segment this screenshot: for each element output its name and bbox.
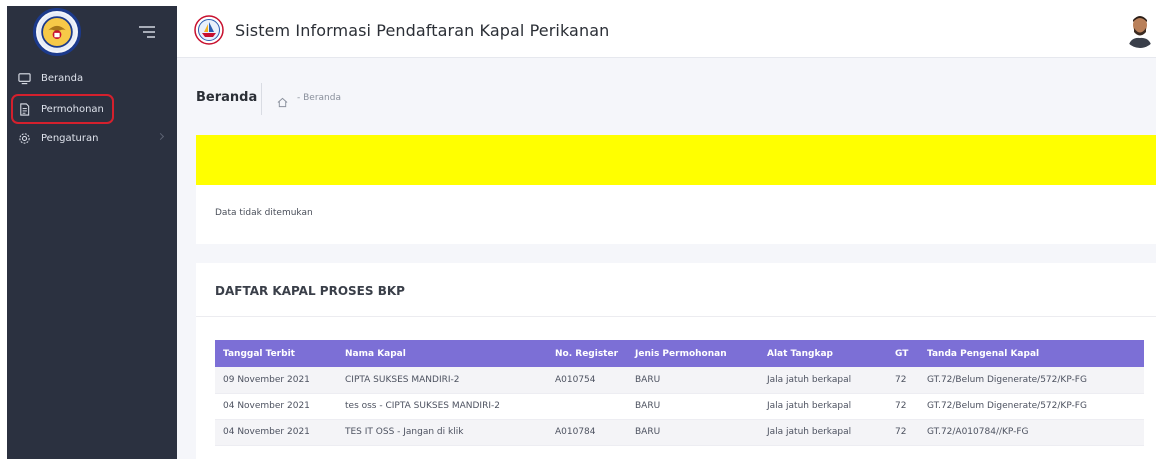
home-icon[interactable] — [277, 93, 288, 108]
column-header[interactable]: Alat Tangkap — [759, 340, 887, 367]
sidebar-item-permohonan[interactable]: Permohonan — [11, 94, 114, 124]
table-cell: Jala jatuh berkapal — [759, 367, 887, 394]
table-row[interactable]: 04 November 2021 tes oss - CIPTA SUKSES … — [215, 393, 1144, 420]
column-header[interactable]: No. Register — [547, 340, 627, 367]
table-cell: A010754 — [547, 367, 627, 394]
ship-table-card: DAFTAR KAPAL PROSES BKP Tanggal Terbit N… — [196, 263, 1156, 459]
sidebar-nav: Beranda Permohonan Pengaturan — [7, 64, 177, 152]
table-cell: 04 November 2021 — [215, 393, 337, 420]
column-header[interactable]: Tanggal Terbit — [215, 340, 337, 367]
hamburger-icon[interactable] — [139, 26, 155, 40]
app-window: Beranda Permohonan Pengaturan Sistem Inf… — [7, 6, 1156, 459]
sidebar-item-label: Beranda — [41, 72, 84, 84]
breadcrumb: Beranda - Beranda — [177, 70, 1156, 128]
card-divider — [196, 316, 1156, 317]
yellow-banner — [196, 135, 1156, 185]
table-header-row: Tanggal Terbit Nama Kapal No. Register J… — [215, 340, 1144, 367]
sidebar-item-label: Pengaturan — [41, 132, 99, 144]
page-title: Beranda — [196, 90, 258, 105]
table-row[interactable]: 09 November 2021 CIPTA SUKSES MANDIRI-2 … — [215, 367, 1144, 394]
table-cell: 72 — [887, 393, 919, 420]
sidebar: Beranda Permohonan Pengaturan — [7, 6, 177, 459]
breadcrumb-divider — [261, 83, 262, 115]
sidebar-header — [7, 6, 177, 58]
chevron-right-icon — [156, 132, 165, 141]
table-cell: GT.72/Belum Digenerate/572/KP-FG — [919, 393, 1144, 420]
sidebar-item-beranda[interactable]: Beranda — [7, 64, 177, 92]
top-header: Sistem Informasi Pendaftaran Kapal Perik… — [177, 6, 1156, 58]
monitor-icon — [18, 72, 31, 85]
card-title: DAFTAR KAPAL PROSES BKP — [215, 284, 405, 298]
empty-message: Data tidak ditemukan — [215, 208, 313, 218]
column-header[interactable]: Jenis Permohonan — [627, 340, 759, 367]
table-cell: 04 November 2021 — [215, 419, 337, 446]
table-cell: tes oss - CIPTA SUKSES MANDIRI-2 — [337, 393, 547, 420]
column-header[interactable]: Nama Kapal — [337, 340, 547, 367]
sidebar-item-label: Permohonan — [41, 103, 104, 115]
table-cell: BARU — [627, 393, 759, 420]
breadcrumb-trail[interactable]: - Beranda — [297, 93, 341, 103]
column-header[interactable]: GT — [887, 340, 919, 367]
ship-table: Tanggal Terbit Nama Kapal No. Register J… — [215, 340, 1144, 446]
table-cell: GT.72/Belum Digenerate/572/KP-FG — [919, 367, 1144, 394]
gear-icon — [18, 132, 31, 145]
garuda-emblem-icon[interactable] — [33, 8, 81, 56]
ship-emblem-icon — [194, 15, 224, 45]
user-avatar-icon[interactable] — [1123, 12, 1156, 48]
table-cell: 72 — [887, 367, 919, 394]
table-cell: BARU — [627, 367, 759, 394]
table-cell: BARU — [627, 419, 759, 446]
table-cell: 72 — [887, 419, 919, 446]
column-header[interactable]: Tanda Pengenal Kapal — [919, 340, 1144, 367]
table-cell: Jala jatuh berkapal — [759, 393, 887, 420]
table-cell: TES IT OSS - Jangan di klik — [337, 419, 547, 446]
table-cell: GT.72/A010784//KP-FG — [919, 419, 1144, 446]
table-cell: CIPTA SUKSES MANDIRI-2 — [337, 367, 547, 394]
table-cell: 09 November 2021 — [215, 367, 337, 394]
sidebar-item-pengaturan[interactable]: Pengaturan — [7, 124, 177, 152]
table-cell: Jala jatuh berkapal — [759, 419, 887, 446]
document-icon — [18, 102, 31, 116]
table-row[interactable]: 04 November 2021 TES IT OSS - Jangan di … — [215, 419, 1144, 446]
table-cell: A010784 — [547, 419, 627, 446]
alert-card: Data tidak ditemukan — [196, 135, 1156, 244]
table-cell — [547, 393, 627, 420]
app-title: Sistem Informasi Pendaftaran Kapal Perik… — [235, 21, 610, 40]
